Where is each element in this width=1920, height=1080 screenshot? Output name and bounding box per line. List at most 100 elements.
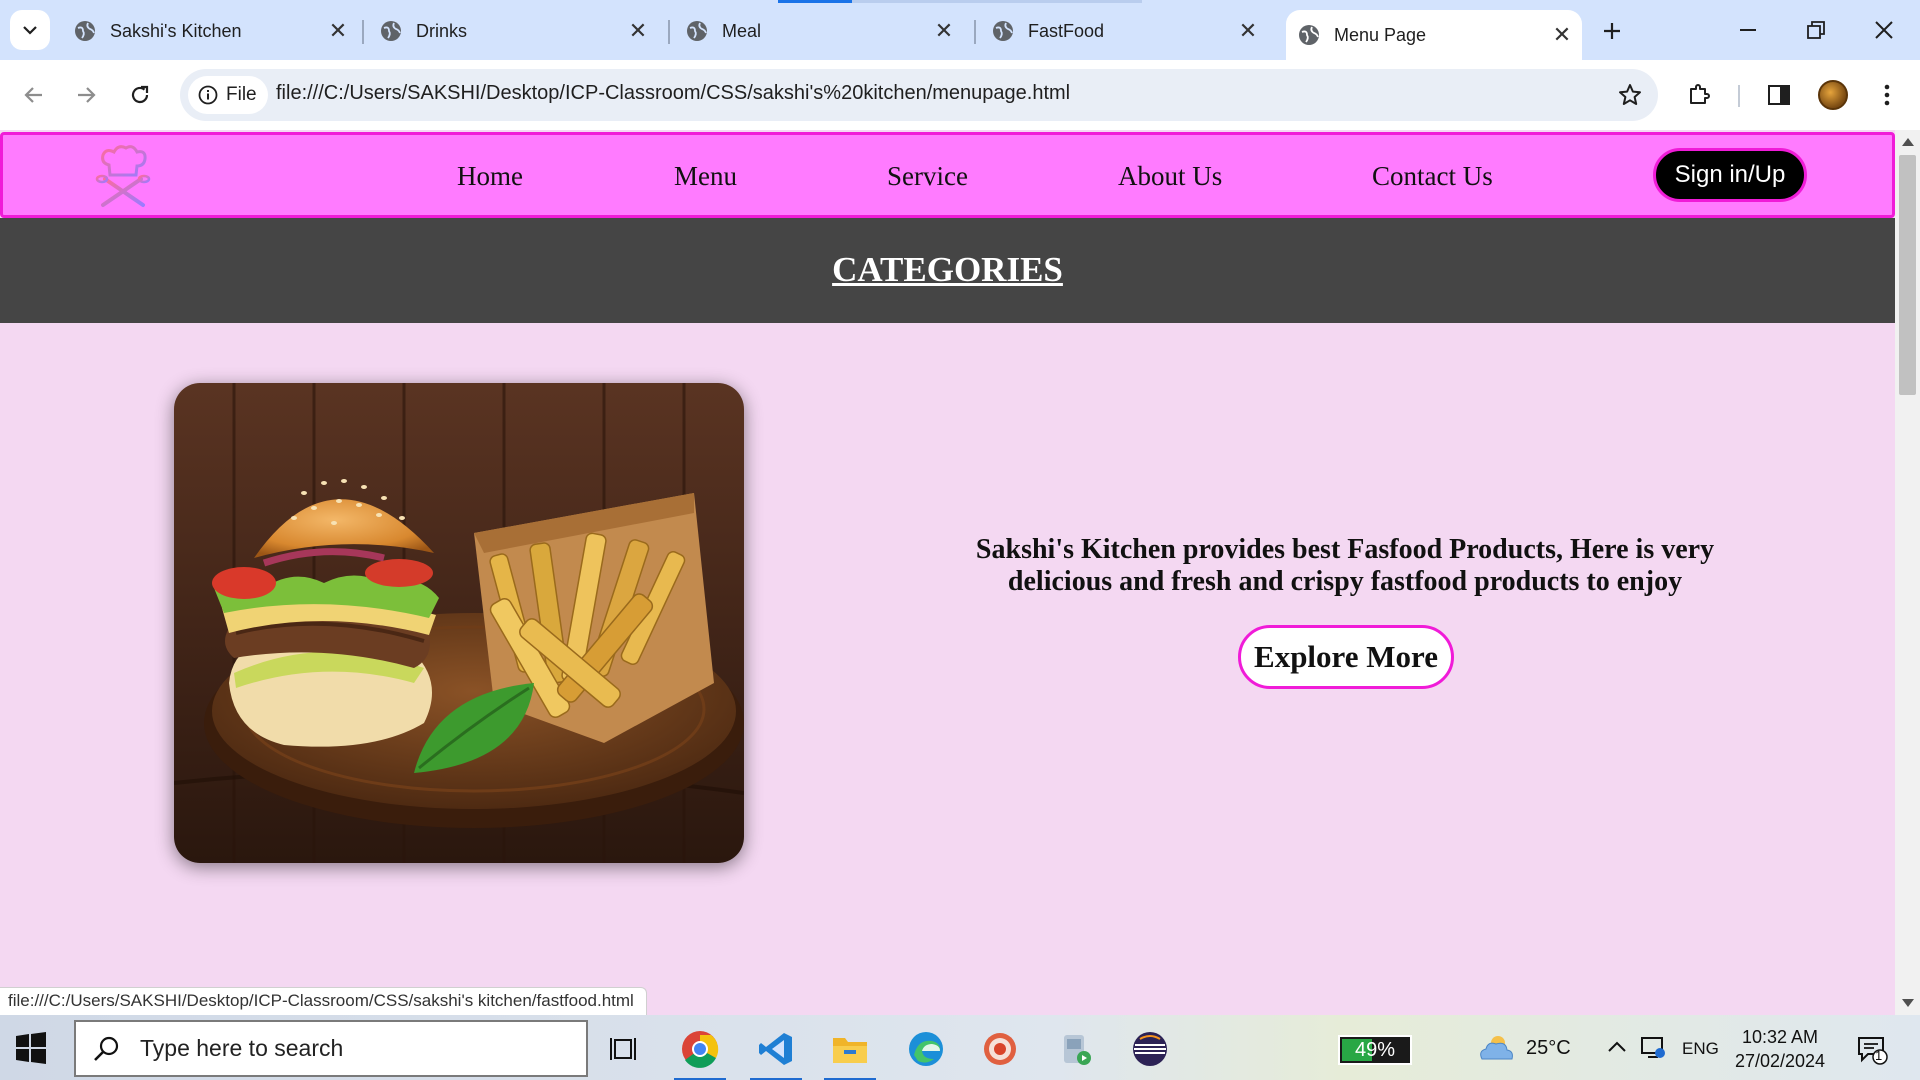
restore-button[interactable] xyxy=(1790,8,1842,52)
notification-icon[interactable] xyxy=(1856,1033,1888,1065)
tab-title: FastFood xyxy=(1028,20,1105,41)
close-window-button[interactable] xyxy=(1858,8,1910,52)
minimize-button[interactable] xyxy=(1722,8,1774,52)
extensions-button[interactable] xyxy=(1680,76,1718,114)
close-icon[interactable]: ✕ xyxy=(1550,22,1574,47)
taskbar-edge[interactable] xyxy=(896,1023,956,1075)
chef-hat-logo-icon[interactable] xyxy=(91,143,155,209)
scroll-up-arrow-icon[interactable] xyxy=(1902,138,1914,146)
tab-strip: Sakshi's Kitchen ✕ Drinks ✕ Meal ✕ FastF… xyxy=(0,0,1920,60)
eclipse-icon xyxy=(1133,1032,1167,1066)
more-vertical-icon xyxy=(1884,84,1890,106)
tab-divider xyxy=(974,20,976,44)
nav-link-about-us[interactable]: About Us xyxy=(1118,161,1222,192)
task-view-icon xyxy=(610,1038,636,1060)
installer-icon xyxy=(1064,1035,1091,1065)
close-icon[interactable]: ✕ xyxy=(326,18,350,43)
chevron-up-icon[interactable] xyxy=(1608,1041,1626,1053)
tab-title: Drinks xyxy=(416,20,468,41)
nav-link-menu[interactable]: Menu xyxy=(674,161,737,192)
tab-drinks[interactable]: Drinks ✕ xyxy=(368,12,658,50)
fastfood-description: Sakshi's Kitchen provides best Fasfood P… xyxy=(975,534,1715,597)
tab-title: Menu Page xyxy=(1334,24,1427,45)
taskbar-vscode[interactable] xyxy=(746,1023,806,1080)
tab-divider xyxy=(362,20,364,44)
taskbar-search-box[interactable]: Type here to search xyxy=(74,1020,588,1077)
site-navbar: Home Menu Service About Us Contact Us Si… xyxy=(0,132,1895,218)
vscode-icon xyxy=(759,1033,792,1065)
side-panel-button[interactable] xyxy=(1760,76,1798,114)
burger-fries-illustration xyxy=(174,383,744,863)
scroll-down-arrow-icon[interactable] xyxy=(1902,999,1914,1007)
star-icon xyxy=(1619,84,1641,105)
close-icon[interactable]: ✕ xyxy=(932,18,956,43)
globe-icon xyxy=(75,21,95,41)
close-icon[interactable]: ✕ xyxy=(626,18,650,43)
temperature-label[interactable]: 25°C xyxy=(1526,1037,1571,1060)
profile-button[interactable] xyxy=(1814,76,1852,114)
task-view-button[interactable] xyxy=(594,1023,654,1075)
browser-menu-button[interactable] xyxy=(1868,76,1906,114)
taskbar-file-explorer[interactable] xyxy=(820,1023,880,1080)
chevron-down-icon xyxy=(23,26,37,35)
taskbar-chrome[interactable] xyxy=(670,1023,730,1080)
cloudy-weather-icon[interactable] xyxy=(1476,1033,1516,1063)
forward-button[interactable] xyxy=(66,75,106,115)
battery-indicator[interactable]: 49% xyxy=(1338,1035,1412,1065)
taskbar-setup-app[interactable] xyxy=(1046,1023,1106,1075)
restore-icon xyxy=(1807,21,1825,39)
page-viewport: Home Menu Service About Us Contact Us Si… xyxy=(0,130,1920,1015)
network-icon[interactable] xyxy=(1640,1035,1666,1061)
page-scrollbar[interactable] xyxy=(1895,130,1920,1015)
explore-more-button[interactable]: Explore More xyxy=(1238,625,1454,689)
puzzle-icon xyxy=(1690,84,1710,104)
categories-banner: CATEGORIES xyxy=(0,218,1895,323)
tab-search-button[interactable] xyxy=(10,10,50,50)
search-icon xyxy=(94,1036,119,1061)
url-text[interactable]: file:///C:/Users/SAKSHI/Desktop/ICP-Clas… xyxy=(276,82,1070,105)
globe-icon xyxy=(993,21,1013,41)
address-bar[interactable]: File file:///C:/Users/SAKSHI/Desktop/ICP… xyxy=(180,69,1658,121)
nav-link-contact-us[interactable]: Contact Us xyxy=(1372,161,1493,192)
categories-heading: CATEGORIES xyxy=(832,250,1063,289)
taskbar-eclipse[interactable] xyxy=(1120,1023,1180,1075)
nav-link-service[interactable]: Service xyxy=(887,161,968,192)
close-icon[interactable]: ✕ xyxy=(1236,18,1260,43)
clock-time: 10:32 AM xyxy=(1741,1027,1819,1047)
globe-icon xyxy=(1299,25,1319,45)
taskbar-screen-recorder[interactable] xyxy=(970,1023,1030,1075)
minimize-icon xyxy=(1740,29,1756,31)
close-icon xyxy=(1875,21,1893,39)
scroll-thumb[interactable] xyxy=(1899,155,1916,395)
nav-link-home[interactable]: Home xyxy=(457,161,523,192)
bookmark-button[interactable] xyxy=(1612,77,1648,113)
edge-icon xyxy=(909,1032,943,1066)
windows-start-icon[interactable] xyxy=(14,1031,48,1065)
info-icon xyxy=(198,85,218,105)
side-panel-icon xyxy=(1768,85,1790,105)
avatar xyxy=(1818,80,1848,110)
back-button[interactable] xyxy=(14,75,54,115)
language-indicator[interactable]: ENG xyxy=(1682,1039,1719,1059)
tab-sakshis-kitchen[interactable]: Sakshi's Kitchen ✕ xyxy=(62,12,358,50)
new-tab-button[interactable] xyxy=(1595,14,1629,48)
reload-icon xyxy=(131,85,149,104)
site-chip-label: File xyxy=(226,84,257,105)
sign-in-button[interactable]: Sign in/Up xyxy=(1653,148,1807,202)
site-info-chip[interactable]: File xyxy=(188,76,268,114)
browser-toolbar: File file:///C:/Users/SAKSHI/Desktop/ICP… xyxy=(0,60,1920,130)
toolbar-divider xyxy=(1738,85,1740,107)
globe-icon xyxy=(687,21,707,41)
tab-menu-page[interactable]: Menu Page ✕ xyxy=(1286,10,1582,60)
plus-icon xyxy=(1604,23,1620,39)
loading-track xyxy=(852,0,1142,3)
arrow-right-icon xyxy=(78,87,96,103)
tab-meal[interactable]: Meal ✕ xyxy=(674,12,964,50)
tab-fastfood[interactable]: FastFood ✕ xyxy=(980,12,1268,50)
record-icon xyxy=(984,1033,1016,1065)
battery-percent: 49% xyxy=(1354,1039,1396,1061)
notification-count: 1 xyxy=(1875,1048,1883,1063)
tab-title: Meal xyxy=(722,20,762,41)
reload-button[interactable] xyxy=(120,75,160,115)
taskbar-clock[interactable]: 10:32 AM 27/02/2024 xyxy=(1730,1025,1830,1073)
